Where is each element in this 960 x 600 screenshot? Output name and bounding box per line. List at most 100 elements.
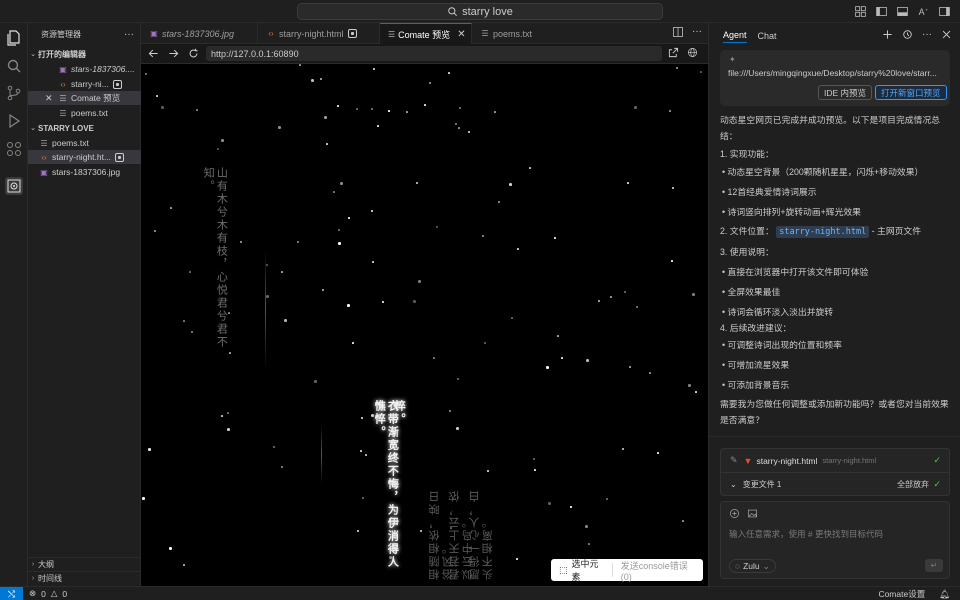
tab-poems[interactable]: ☰ poems.txt <box>472 23 550 44</box>
search-icon[interactable] <box>5 57 23 75</box>
reload-icon[interactable] <box>185 46 201 62</box>
image-file-icon: ▣ <box>150 29 158 38</box>
star-dot <box>337 105 339 107</box>
star-dot <box>371 210 373 212</box>
open-editor-item-comate-preview[interactable]: ✕ ☰ Comate 预览 <box>28 91 141 105</box>
star-dot <box>534 469 536 471</box>
close-icon[interactable]: ✕ <box>45 93 55 104</box>
open-editor-item-poems[interactable]: ☰ poems.txt <box>28 106 141 120</box>
globe-icon[interactable] <box>687 47 698 61</box>
star-dot <box>266 295 269 298</box>
star-dot <box>424 104 426 106</box>
glow-streak <box>265 249 266 369</box>
open-editor-item-starry-night[interactable]: ‹› starry-ni... <box>28 77 141 91</box>
url-input[interactable] <box>206 46 662 61</box>
changed-files-summary[interactable]: ⌄ 变更文件 1 全部放弃 ✓ <box>721 473 949 496</box>
notification-bell-icon[interactable]: 🔔︎ <box>939 589 950 600</box>
star-dot <box>284 319 287 322</box>
history-icon[interactable] <box>902 29 913 43</box>
tab-chat[interactable]: Chat <box>758 31 777 41</box>
more-actions-icon[interactable]: ··· <box>124 29 134 40</box>
open-external-icon[interactable] <box>668 47 679 61</box>
star-dot <box>191 331 193 333</box>
chevron-down-icon: ⌄ <box>30 125 36 132</box>
close-icon[interactable] <box>941 29 952 43</box>
tab-agent[interactable]: Agent <box>723 30 747 43</box>
split-editor-icon[interactable] <box>672 26 684 41</box>
status-bar: ⤭ ⊗ 0 △ 0 Comate设置 🔔︎ <box>0 586 960 600</box>
folder-section-starry-love[interactable]: ⌄ STARRY LOVE <box>28 121 141 135</box>
more-actions-icon[interactable]: ··· <box>922 29 932 43</box>
comate-settings-button[interactable]: Comate设置 <box>878 588 925 600</box>
star-dot <box>314 380 317 383</box>
file-path[interactable]: file:///Users/mingqingxue/Desktop/starry… <box>728 68 944 78</box>
star-dot <box>455 123 457 125</box>
text-size-icon[interactable]: A + <box>916 4 931 19</box>
star-dot <box>468 131 470 133</box>
discard-all-button[interactable]: 全部放弃 <box>897 479 929 490</box>
star-dot <box>362 497 364 499</box>
open-new-window-button[interactable]: 打开新窗口预览 <box>875 85 947 100</box>
remote-icon[interactable]: ⤭ <box>0 587 23 600</box>
toggle-secondary-sidebar-icon[interactable] <box>937 4 952 19</box>
model-selector[interactable]: ◌ Zulu ⌄ <box>729 559 776 573</box>
star-dot <box>657 452 659 454</box>
preview-file-icon: ☰ <box>59 93 67 103</box>
star-dot <box>671 260 673 262</box>
star-dot <box>695 391 697 393</box>
close-icon[interactable]: ✕ <box>457 29 465 40</box>
timeline-section[interactable]: › 时间线 <box>28 571 141 585</box>
send-button[interactable]: ↵ <box>925 559 943 572</box>
file-item-poems[interactable]: ☰ poems.txt <box>28 136 141 150</box>
source-control-icon[interactable] <box>5 84 23 102</box>
layout-customize-icon[interactable] <box>853 4 868 19</box>
explorer-icon[interactable] <box>5 29 23 47</box>
comate-preview-icon[interactable] <box>5 177 23 195</box>
add-context-icon[interactable] <box>729 508 740 522</box>
tab-stars-jpg[interactable]: ▣ stars-1837306.jpg <box>141 23 258 44</box>
star-dot <box>634 106 637 109</box>
text-file-icon: ☰ <box>59 108 67 118</box>
chevron-down-icon: ⌄ <box>30 51 36 58</box>
add-icon[interactable] <box>882 29 893 43</box>
star-dot <box>516 558 518 560</box>
forward-arrow-icon[interactable] <box>165 46 181 62</box>
check-icon[interactable]: ✓ <box>933 479 941 490</box>
html-file-icon: ‹› <box>41 152 47 162</box>
problems-indicator[interactable]: ⊗ 0 △ 0 <box>29 588 67 599</box>
star-dot <box>436 226 438 228</box>
star-dot <box>449 410 451 412</box>
star-dot <box>281 271 283 273</box>
open-editors-section[interactable]: ⌄ 打开的编辑器 <box>28 47 141 61</box>
chat-input[interactable]: 输入任意需求，使用 # 更快找到目标代码 <box>729 528 883 540</box>
run-debug-icon[interactable] <box>5 112 23 130</box>
file-item-stars-jpg[interactable]: ▣ stars-1837306.jpg <box>28 165 141 179</box>
html-file-icon: ‹› <box>268 29 274 38</box>
star-dot <box>669 110 671 112</box>
html5-icon: ▼ <box>743 455 753 466</box>
toggle-sidebar-icon[interactable] <box>874 4 889 19</box>
explorer-sidebar: 资源管理器 ··· ⌄ 打开的编辑器 ▣ stars-1837306.... ‹… <box>28 23 141 586</box>
star-dot <box>456 427 459 430</box>
toggle-panel-icon[interactable] <box>895 4 910 19</box>
tab-comate-preview[interactable]: ☰ Comate 预览 ✕ <box>380 23 472 44</box>
tab-starry-night[interactable]: ‹› starry-night.html <box>258 23 380 44</box>
changed-file-row[interactable]: ✎ ▼ starry-night.html starry-night.html … <box>721 449 949 473</box>
command-center-search[interactable]: starry love <box>297 3 663 20</box>
select-element-button[interactable]: ⬚ 选中元素 <box>551 559 613 582</box>
more-actions-icon[interactable]: ··· <box>692 26 702 41</box>
open-editor-item-stars-jpg[interactable]: ▣ stars-1837306.... <box>28 62 141 76</box>
star-dot <box>676 67 678 69</box>
star-dot <box>377 125 379 127</box>
send-console-errors-button[interactable]: 发送console错误 (0) <box>613 559 703 582</box>
back-arrow-icon[interactable] <box>145 46 161 62</box>
ide-preview-button[interactable]: IDE 内预览 <box>818 85 873 100</box>
check-icon: ✓ <box>933 455 941 465</box>
outline-section[interactable]: › 大纲 <box>28 557 141 571</box>
code-file-link[interactable]: starry-night.html <box>776 226 870 238</box>
image-upload-icon[interactable] <box>747 508 758 522</box>
extensions-icon[interactable] <box>5 140 23 158</box>
glow-streak <box>321 424 322 484</box>
chevron-right-icon: › <box>31 575 35 582</box>
file-item-starry-night[interactable]: ‹› starry-night.ht... <box>28 150 141 164</box>
